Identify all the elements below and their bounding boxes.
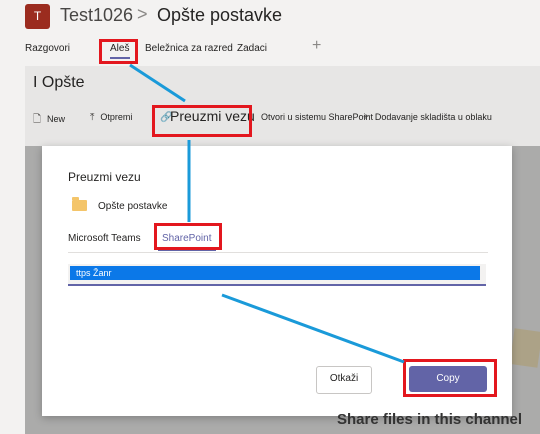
tab-beleznica[interactable]: Beležnica za razred xyxy=(145,43,233,54)
channel-tabs: Razgovori Aleš Beležnica za razred Zadac… xyxy=(0,37,540,62)
add-cloud-label: Dodavanje skladišta u oblaku xyxy=(374,112,492,122)
highlight-sharepoint-tab xyxy=(154,223,222,250)
team-avatar[interactable]: T xyxy=(25,4,50,29)
app-header: T Test1026 > Opšte postavke xyxy=(0,0,540,34)
team-name[interactable]: Test1026 xyxy=(60,5,133,26)
highlight-ales-tab xyxy=(99,39,138,64)
section-title: I Opšte xyxy=(33,74,85,91)
channel-name: Opšte postavke xyxy=(157,5,283,25)
upload-icon: ⤒ xyxy=(90,112,95,123)
link-selection xyxy=(70,266,480,280)
files-toolbar: 🗋 New ⤒ Otpremi 🔗 Otvori u sistemu SharePo… xyxy=(33,112,540,128)
tab-zadaci[interactable]: Zadaci xyxy=(237,43,267,54)
link-value: ttps Žanr xyxy=(76,268,112,278)
upload-label: Otpremi xyxy=(100,112,133,122)
add-cloud-storage-button[interactable]: + Dodavanje skladišta u oblaku xyxy=(363,112,492,123)
link-field[interactable]: ttps Žanr xyxy=(68,264,486,286)
highlight-copy-button xyxy=(403,359,497,397)
new-label: New xyxy=(47,114,66,124)
new-document-icon: 🗋 xyxy=(33,114,42,125)
new-button[interactable]: 🗋 New xyxy=(33,112,65,129)
folder-icon xyxy=(72,197,87,211)
share-files-heading: Share files in this channel xyxy=(337,411,523,428)
plus-icon: + xyxy=(363,112,369,123)
upload-button[interactable]: ⤒ Otpremi xyxy=(90,112,132,123)
tab-razgovori[interactable]: Razgovori xyxy=(25,43,70,54)
highlight-get-link xyxy=(152,105,252,137)
breadcrumb-separator: > xyxy=(137,4,148,24)
open-sharepoint-label: Otvori u sistemu SharePoint xyxy=(261,112,374,122)
dialog-title: Preuzmi vezu xyxy=(68,170,141,184)
tab-microsoft-teams[interactable]: Microsoft Teams xyxy=(68,233,141,244)
tab-divider xyxy=(68,252,488,253)
open-sharepoint-button[interactable]: Otvori u sistemu SharePoint xyxy=(261,112,373,122)
add-tab-button[interactable]: + xyxy=(312,37,321,55)
folder-name: Opšte postavke xyxy=(98,201,168,212)
cancel-button[interactable]: Otkaži xyxy=(316,366,372,394)
